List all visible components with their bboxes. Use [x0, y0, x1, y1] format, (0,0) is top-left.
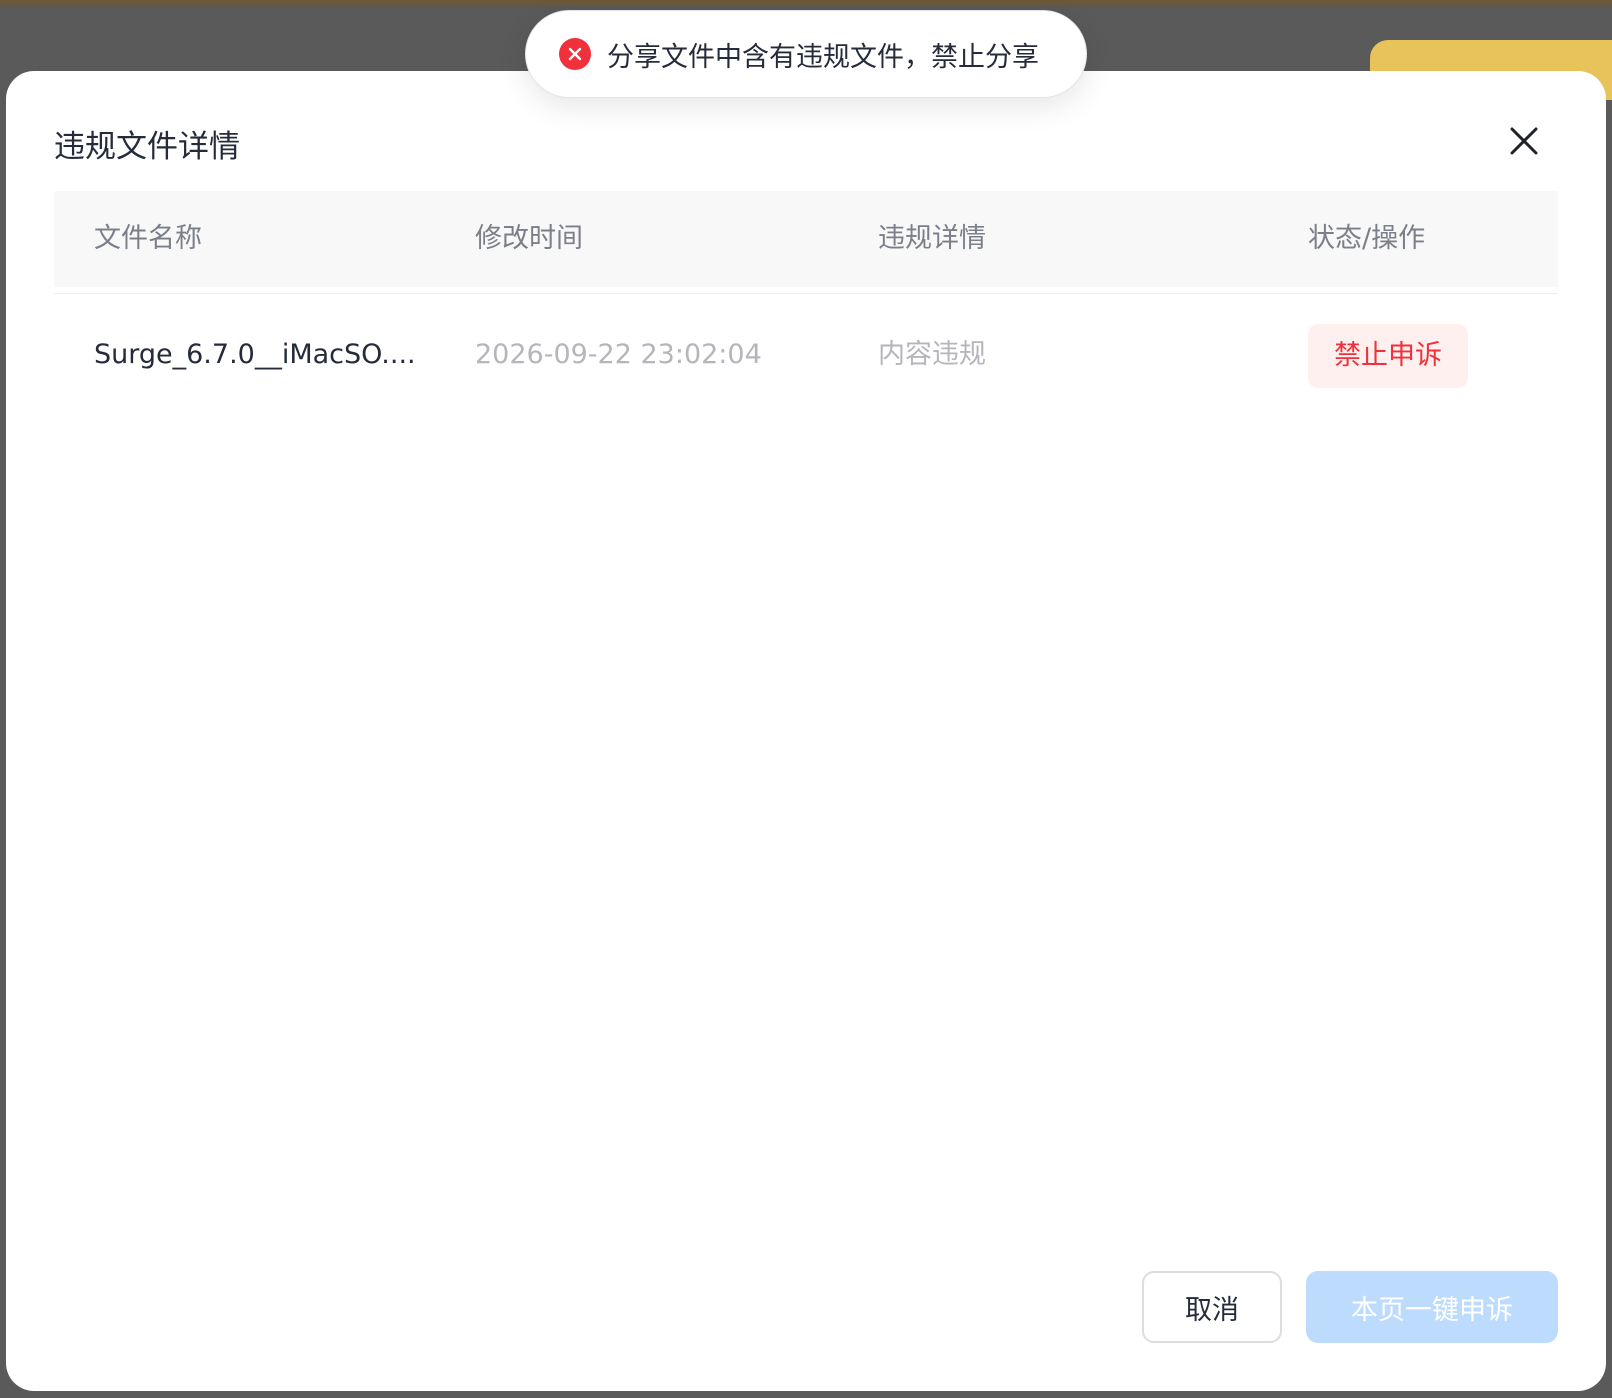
column-header-violation-detail: 违规详情 — [878, 223, 986, 254]
close-button[interactable] — [1502, 119, 1546, 163]
appeal-all-button[interactable]: 本页一键申诉 — [1306, 1271, 1558, 1343]
column-header-file-name: 文件名称 — [94, 223, 202, 254]
background-page-strip — [0, 0, 1612, 6]
close-icon — [1510, 127, 1538, 155]
column-header-modified-time: 修改时间 — [475, 223, 583, 254]
file-name-cell[interactable]: Surge_6.7.0__iMacSO.... — [94, 294, 416, 416]
table-header: 文件名称 修改时间 违规详情 状态/操作 — [54, 191, 1558, 287]
column-header-status-action: 状态/操作 — [1308, 223, 1426, 254]
violation-detail-cell: 内容违规 — [878, 339, 986, 370]
error-circle-icon — [559, 38, 591, 70]
violation-details-dialog: 违规文件详情 文件名称 修改时间 违规详情 状态/操作 Surge_6.7.0_… — [6, 71, 1606, 1391]
status-badge: 禁止申诉 — [1308, 324, 1468, 388]
toast-message: 分享文件中含有违规文件，禁止分享 — [607, 41, 1039, 73]
cancel-button[interactable]: 取消 — [1142, 1271, 1282, 1343]
error-toast: 分享文件中含有违规文件，禁止分享 — [525, 10, 1087, 98]
dialog-title: 违规文件详情 — [54, 129, 240, 165]
modified-time-cell: 2026-09-22 23:02:04 — [475, 339, 762, 370]
table-row: Surge_6.7.0__iMacSO.... 2026-09-22 23:02… — [54, 294, 1558, 416]
